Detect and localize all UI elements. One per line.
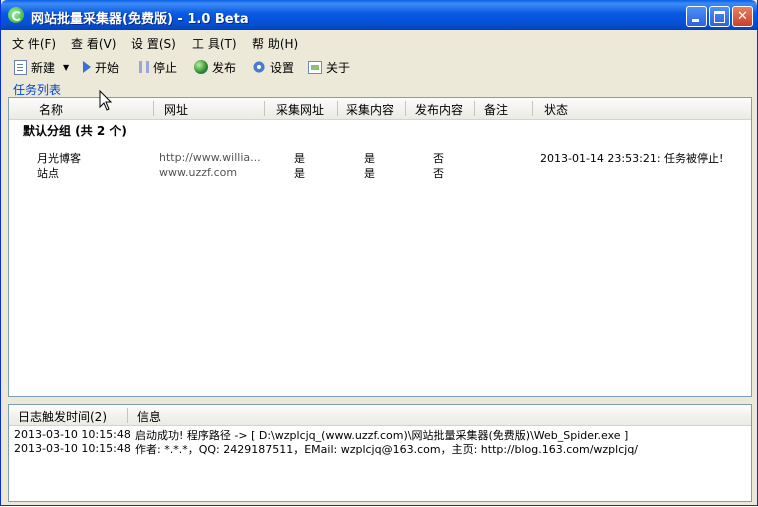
publish-label: 发布 — [212, 60, 237, 75]
column-divider[interactable] — [127, 408, 128, 423]
col-header-collect-content[interactable]: 采集内容 — [346, 101, 394, 118]
row-publish: 否 — [433, 167, 444, 180]
title-bar[interactable]: 网站批量采集器(免费版) - 1.0 Beta ✕ — [1, 0, 757, 30]
maximize-icon — [710, 7, 729, 26]
close-icon: ✕ — [737, 9, 748, 24]
row-url: www.uzzf.com — [159, 166, 238, 179]
toolbar: 新建 ▼ 开始 停止 发布 设置 关于 — [1, 55, 757, 79]
menu-file[interactable]: 文 件(F) — [12, 35, 56, 52]
column-divider[interactable] — [532, 101, 533, 116]
start-button[interactable]: 开始 — [83, 58, 119, 76]
col-header-publish[interactable]: 发布内容 — [415, 101, 463, 118]
settings-button[interactable]: 设置 — [252, 58, 294, 76]
maximize-button[interactable] — [709, 6, 730, 27]
play-icon — [83, 61, 91, 73]
row-name: 月光博客 — [37, 152, 81, 165]
col-header-note[interactable]: 备注 — [484, 101, 508, 118]
column-divider[interactable] — [474, 101, 475, 116]
col-header-collect-url[interactable]: 采集网址 — [276, 101, 324, 118]
about-button[interactable]: 关于 — [308, 58, 350, 76]
row-collect-url: 是 — [294, 152, 305, 165]
row-collect-content: 是 — [364, 152, 375, 165]
column-divider[interactable] — [264, 101, 265, 116]
stop-label: 停止 — [153, 60, 178, 75]
row-collect-content: 是 — [364, 167, 375, 180]
settings-label: 设置 — [270, 60, 295, 75]
row-publish: 否 — [433, 152, 444, 165]
log-time: 2013-03-10 10:15:48 — [14, 442, 131, 455]
start-label: 开始 — [95, 60, 120, 75]
log-col-info[interactable]: 信息 — [137, 408, 161, 425]
log-header: 日志触发时间(2) 信息 — [9, 405, 751, 426]
new-document-icon — [14, 59, 27, 75]
row-collect-url: 是 — [294, 167, 305, 180]
task-list[interactable]: 名称 网址 采集网址 采集内容 发布内容 备注 状态 默认分组 (共 2 个) … — [8, 97, 752, 397]
row-url: http://www.willia... — [159, 151, 261, 164]
dropdown-arrow-icon[interactable]: ▼ — [63, 63, 69, 72]
menu-help[interactable]: 帮 助(H) — [252, 35, 298, 52]
row-status: 2013-01-14 23:53:21: 任务被停止! — [540, 152, 724, 165]
column-divider[interactable] — [405, 101, 406, 116]
column-divider[interactable] — [337, 101, 338, 116]
minimize-button[interactable] — [686, 6, 707, 27]
globe-icon — [194, 60, 208, 74]
col-header-name[interactable]: 名称 — [39, 101, 63, 118]
log-info: 作者: *.*.*，QQ: 2429187511，EMail: wzplcjq@… — [135, 443, 639, 456]
menu-tools[interactable]: 工 具(T) — [192, 35, 237, 52]
task-list-header: 名称 网址 采集网址 采集内容 发布内容 备注 状态 — [9, 98, 751, 120]
new-button[interactable]: 新建 ▼ — [14, 58, 69, 76]
menu-settings[interactable]: 设 置(S) — [131, 35, 176, 52]
pause-icon — [139, 61, 149, 73]
log-col-time[interactable]: 日志触发时间(2) — [18, 408, 107, 425]
app-logo-icon — [8, 7, 24, 23]
stop-button[interactable]: 停止 — [139, 58, 177, 76]
about-label: 关于 — [326, 60, 351, 75]
group-header[interactable]: 默认分组 (共 2 个) — [23, 122, 127, 139]
log-time: 2013-03-10 10:15:48 — [14, 428, 131, 441]
log-panel[interactable]: 日志触发时间(2) 信息 2013-03-10 10:15:48 启动成功! 程… — [8, 404, 752, 502]
window-title: 网站批量采集器(免费版) - 1.0 Beta — [31, 12, 249, 27]
app-window: 网站批量采集器(免费版) - 1.0 Beta ✕ 文 件(F) 查 看(V) … — [0, 0, 758, 506]
col-header-status[interactable]: 状态 — [544, 101, 568, 118]
publish-button[interactable]: 发布 — [194, 58, 236, 76]
gear-icon — [252, 60, 266, 74]
menu-view[interactable]: 查 看(V) — [71, 35, 116, 52]
column-divider[interactable] — [153, 101, 154, 116]
new-label: 新建 — [31, 60, 56, 75]
close-button[interactable]: ✕ — [732, 6, 753, 27]
row-name: 站点 — [37, 167, 59, 180]
menu-bar: 文 件(F) 查 看(V) 设 置(S) 工 具(T) 帮 助(H) — [1, 31, 757, 53]
tasklist-label: 任务列表 — [13, 83, 62, 97]
about-icon — [308, 60, 322, 74]
minimize-icon — [687, 7, 706, 26]
col-header-url[interactable]: 网址 — [164, 101, 188, 118]
